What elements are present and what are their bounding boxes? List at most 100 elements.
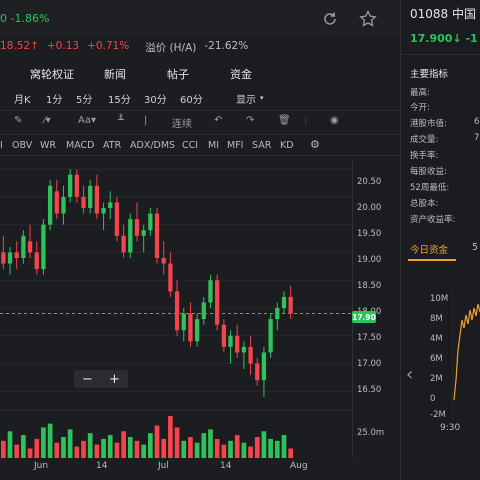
candlestick-chart[interactable]: [0, 158, 352, 458]
trash-icon[interactable]: 🗑: [278, 115, 291, 126]
flow-tick: 0: [430, 394, 436, 404]
key-metrics-title: 主要指标: [410, 69, 449, 80]
gear-icon[interactable]: ⚙: [310, 138, 320, 151]
indicator-obv[interactable]: OBV: [12, 140, 32, 151]
display-menu[interactable]: 显示: [236, 91, 256, 106]
tab-5day[interactable]: 5: [472, 242, 478, 253]
volume-tick: 25.0m: [357, 428, 385, 438]
x-tick: Aug: [290, 461, 308, 471]
tab-capital[interactable]: 资金: [230, 66, 252, 82]
zoom-in-button[interactable]: +: [109, 372, 120, 387]
volume-bar: [208, 429, 213, 458]
premium-value: -21.62%: [204, 40, 249, 52]
star-icon[interactable]: [358, 9, 378, 29]
pen-icon[interactable]: ✎: [14, 115, 22, 126]
candle-body: [235, 335, 240, 353]
current-price-tag: 17.90: [352, 311, 376, 323]
volume-bar: [101, 438, 106, 458]
candle-body: [255, 363, 260, 381]
indicator-atr[interactable]: ATR: [103, 140, 121, 151]
y-tick: 17.50: [357, 333, 382, 343]
zoom-control: − +: [74, 370, 128, 388]
candle-body: [148, 213, 153, 231]
period-5min[interactable]: 5分: [76, 91, 92, 106]
candle-body: [241, 346, 247, 353]
chevron-down-icon[interactable]: ▾: [260, 94, 264, 102]
continuous-toggle[interactable]: 连续: [172, 115, 192, 130]
volume-bar: [54, 442, 60, 458]
indicator-macd[interactable]: MACD: [66, 140, 94, 151]
volume-bar: [154, 425, 160, 458]
flow-tick: 4M: [430, 334, 443, 344]
stat-roa: 资产收益率:: [410, 215, 456, 225]
zoom-out-button[interactable]: −: [82, 372, 93, 387]
volume-bar: [87, 433, 93, 458]
chevron-left-icon[interactable]: ‹: [406, 364, 413, 385]
candle-body: [168, 263, 173, 292]
indicator-mi[interactable]: MI: [208, 140, 219, 151]
volume-bar: [248, 446, 253, 458]
flow-tick: 10M: [430, 294, 449, 304]
indicator-kd[interactable]: KD: [280, 140, 294, 151]
tab-warrants[interactable]: 窝轮权证: [30, 66, 74, 82]
volume-bar: [281, 435, 287, 458]
x-tick: 14: [96, 461, 108, 471]
period-month[interactable]: 月K: [14, 91, 31, 106]
y-tick: 20.00: [357, 203, 382, 213]
volume-bar: [1, 440, 6, 458]
volume-bar: [74, 446, 80, 458]
volume-bar: [241, 442, 247, 458]
line-tool-icon[interactable]: ⁄▾: [44, 115, 51, 126]
candle-body: [94, 185, 100, 214]
candle-body: [134, 219, 140, 236]
candle-body: [1, 252, 6, 264]
undo-icon[interactable]: ↶: [214, 115, 222, 126]
candle-body: [215, 280, 220, 325]
volume-bar: [141, 444, 146, 458]
stat-value: 7: [474, 133, 480, 143]
period-60min[interactable]: 60分: [180, 91, 203, 106]
stat-value: 6: [474, 117, 480, 127]
candle-body: [34, 252, 39, 270]
refresh-icon[interactable]: [320, 9, 340, 29]
volume-bar: [14, 444, 20, 458]
candle-body: [194, 319, 200, 342]
y-tick: 19.00: [357, 255, 382, 265]
y-tick: 20.50: [357, 177, 382, 187]
stat-eps: 每股收益:: [410, 167, 447, 177]
indicator-sar[interactable]: SAR: [252, 140, 271, 151]
tab-posts[interactable]: 帖子: [167, 66, 189, 82]
tab-today-capital[interactable]: 今日资金: [410, 242, 448, 256]
tab-news[interactable]: 新闻: [104, 66, 126, 82]
volume-bar: [274, 440, 280, 458]
stat-turnover: 换手率:: [410, 151, 439, 161]
flow-time-label: 9:30: [440, 423, 461, 433]
redo-icon[interactable]: ↷: [246, 115, 254, 126]
indicator-cci[interactable]: CCI: [182, 140, 198, 151]
flow-tick: 6M: [430, 354, 443, 364]
candle-body: [201, 302, 206, 320]
period-1min[interactable]: 1分: [46, 91, 62, 106]
eye-icon[interactable]: ◉: [330, 115, 339, 126]
volume-bar: [168, 416, 173, 458]
y-tick: 16.50: [357, 385, 382, 395]
indicator-wr[interactable]: WR: [40, 140, 56, 151]
period-30min[interactable]: 30分: [144, 91, 167, 106]
volume-bar: [41, 427, 46, 458]
indicator-mfi[interactable]: MFI: [227, 140, 243, 151]
bar-tool-icon[interactable]: ╨: [118, 115, 124, 126]
period-15min[interactable]: 15分: [108, 91, 131, 106]
volume-bar: [201, 433, 207, 458]
candle-body: [121, 235, 126, 253]
volume-bar: [148, 433, 153, 458]
volume-bar: [288, 448, 293, 458]
candle-body: [114, 202, 120, 236]
indicator-i[interactable]: I: [0, 140, 3, 151]
volume-bar: [181, 440, 187, 458]
candle-body: [154, 213, 160, 258]
period-selector: 月K 1分 5分 15分 30分 60分 显示 ▾: [0, 86, 400, 108]
indicator-adx[interactable]: ADX/DMS: [130, 140, 175, 151]
price-change-top: 0 -1.86%: [0, 12, 50, 25]
text-tool[interactable]: Aa▾: [78, 115, 96, 126]
volume-bar: [161, 438, 167, 458]
